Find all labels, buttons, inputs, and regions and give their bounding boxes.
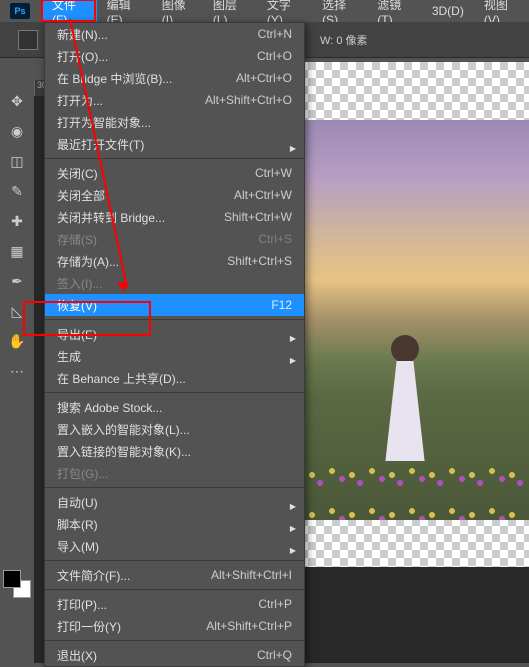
file-menu-item-20[interactable]: 置入嵌入的智能对象(L)... — [45, 418, 304, 440]
file-menu-item-11[interactable]: 存储为(A)...Shift+Ctrl+S — [45, 250, 304, 272]
path-tool-icon[interactable]: ◺ — [6, 300, 28, 322]
menu-item-label: 打印一份(Y) — [57, 618, 206, 635]
healing-tool-icon[interactable]: ✚ — [6, 210, 28, 232]
menu-item-shortcut: Ctrl+P — [258, 597, 292, 611]
file-menu-item-12: 签入(I)... — [45, 272, 304, 294]
menu-item-label: 新建(N)... — [57, 26, 258, 43]
menu-item-7[interactable]: 3D(D) — [422, 1, 474, 21]
file-menu-item-4[interactable]: 打开为智能对象... — [45, 111, 304, 133]
menu-bar: 文件(F)编辑(E)图像(I)图层(L)文字(Y)选择(S)滤镜(T)3D(D)… — [0, 0, 529, 22]
tool-preset[interactable] — [18, 30, 38, 50]
file-menu-item-9[interactable]: 关闭并转到 Bridge...Shift+Ctrl+W — [45, 206, 304, 228]
menu-item-label: 退出(X) — [57, 647, 257, 664]
menu-item-shortcut: F12 — [271, 298, 292, 312]
menu-item-shortcut: Shift+Ctrl+W — [224, 210, 292, 224]
menu-item-label: 关闭并转到 Bridge... — [57, 209, 224, 226]
move-tool-icon[interactable]: ✥ — [6, 90, 28, 112]
file-menu-item-16[interactable]: 生成 — [45, 345, 304, 367]
menu-item-label: 生成 — [57, 348, 292, 365]
menu-item-label: 打开为智能对象... — [57, 114, 292, 131]
pen-tool-icon[interactable]: ✒ — [6, 270, 28, 292]
menu-item-shortcut: Ctrl+S — [258, 232, 292, 246]
menu-item-shortcut: Ctrl+Q — [257, 648, 292, 662]
menu-item-label: 脚本(R) — [57, 516, 292, 533]
menu-item-label: 关闭(C) — [57, 165, 255, 182]
hand-tool-icon[interactable]: ✋ — [6, 330, 28, 352]
file-menu-item-21[interactable]: 置入链接的智能对象(K)... — [45, 440, 304, 462]
file-menu-item-7[interactable]: 关闭(C)Ctrl+W — [45, 162, 304, 184]
menu-item-label: 搜索 Adobe Stock... — [57, 399, 292, 416]
menu-separator — [45, 560, 304, 561]
menu-separator — [45, 487, 304, 488]
menu-item-label: 恢复(V) — [57, 297, 271, 314]
file-menu-item-3[interactable]: 打开为...Alt+Shift+Ctrl+O — [45, 89, 304, 111]
menu-item-label: 打包(G)... — [57, 465, 292, 482]
menu-item-label: 文件简介(F)... — [57, 567, 211, 584]
file-menu-item-19[interactable]: 搜索 Adobe Stock... — [45, 396, 304, 418]
menu-item-label: 打开为... — [57, 92, 205, 109]
menu-item-shortcut: Ctrl+O — [257, 49, 292, 63]
menu-item-label: 最近打开文件(T) — [57, 136, 292, 153]
file-menu-item-13[interactable]: 恢复(V)F12 — [45, 294, 304, 316]
menu-item-label: 置入嵌入的智能对象(L)... — [57, 421, 292, 438]
file-menu-item-8[interactable]: 关闭全部Alt+Ctrl+W — [45, 184, 304, 206]
file-menu-item-28[interactable]: 文件简介(F)...Alt+Shift+Ctrl+I — [45, 564, 304, 586]
menu-item-label: 在 Bridge 中浏览(B)... — [57, 70, 236, 87]
menu-separator — [45, 392, 304, 393]
menu-item-label: 关闭全部 — [57, 187, 234, 204]
file-menu-item-15[interactable]: 导出(E) — [45, 323, 304, 345]
file-menu-item-24[interactable]: 自动(U) — [45, 491, 304, 513]
image-flowers — [268, 455, 529, 520]
foreground-color-swatch[interactable] — [3, 570, 21, 588]
menu-item-label: 自动(U) — [57, 494, 292, 511]
file-menu-item-10: 存储(S)Ctrl+S — [45, 228, 304, 250]
crop-tool-icon[interactable]: ◫ — [6, 150, 28, 172]
tools-panel: ✥ ◉ ◫ ✎ ✚ ▦ ✒ ◺ ✋ ⋯ — [0, 80, 34, 663]
file-menu-item-22: 打包(G)... — [45, 462, 304, 484]
menu-item-label: 打印(P)... — [57, 596, 258, 613]
file-menu-dropdown: 新建(N)...Ctrl+N打开(O)...Ctrl+O在 Bridge 中浏览… — [44, 22, 305, 667]
file-menu-item-30[interactable]: 打印(P)...Ctrl+P — [45, 593, 304, 615]
menu-item-shortcut: Ctrl+W — [255, 166, 292, 180]
menu-item-label: 在 Behance 上共享(D)... — [57, 370, 292, 387]
gradient-tool-icon[interactable]: ▦ — [6, 240, 28, 262]
menu-item-label: 导出(E) — [57, 326, 292, 343]
menu-item-label: 导入(M) — [57, 538, 292, 555]
menu-item-label: 存储(S) — [57, 231, 258, 248]
menu-item-shortcut: Alt+Ctrl+W — [234, 188, 292, 202]
menu-item-label: 置入链接的智能对象(K)... — [57, 443, 292, 460]
menu-item-shortcut: Alt+Shift+Ctrl+P — [206, 619, 292, 633]
file-menu-item-25[interactable]: 脚本(R) — [45, 513, 304, 535]
menu-separator — [45, 158, 304, 159]
menu-separator — [45, 640, 304, 641]
menu-item-label: 签入(I)... — [57, 275, 292, 292]
menu-item-shortcut: Shift+Ctrl+S — [227, 254, 292, 268]
menu-separator — [45, 589, 304, 590]
brush-tool-icon[interactable]: ✎ — [6, 180, 28, 202]
width-label: W: 0 像素 — [320, 32, 368, 48]
file-menu-item-26[interactable]: 导入(M) — [45, 535, 304, 557]
menu-item-shortcut: Ctrl+N — [258, 27, 292, 41]
menu-item-shortcut: Alt+Ctrl+O — [236, 71, 292, 85]
file-menu-item-31[interactable]: 打印一份(Y)Alt+Shift+Ctrl+P — [45, 615, 304, 637]
file-menu-item-17[interactable]: 在 Behance 上共享(D)... — [45, 367, 304, 389]
ellipsis-icon[interactable]: ⋯ — [6, 360, 28, 382]
color-swatches[interactable] — [3, 570, 31, 598]
app-logo: Ps — [10, 3, 30, 19]
file-menu-item-0[interactable]: 新建(N)...Ctrl+N — [45, 23, 304, 45]
file-menu-item-1[interactable]: 打开(O)...Ctrl+O — [45, 45, 304, 67]
menu-item-label: 打开(O)... — [57, 48, 257, 65]
menu-item-shortcut: Alt+Shift+Ctrl+O — [205, 93, 292, 107]
menu-separator — [45, 319, 304, 320]
lasso-tool-icon[interactable]: ◉ — [6, 120, 28, 142]
file-menu-item-2[interactable]: 在 Bridge 中浏览(B)...Alt+Ctrl+O — [45, 67, 304, 89]
file-menu-item-5[interactable]: 最近打开文件(T) — [45, 133, 304, 155]
menu-item-label: 存储为(A)... — [57, 253, 227, 270]
menu-item-shortcut: Alt+Shift+Ctrl+I — [211, 568, 292, 582]
